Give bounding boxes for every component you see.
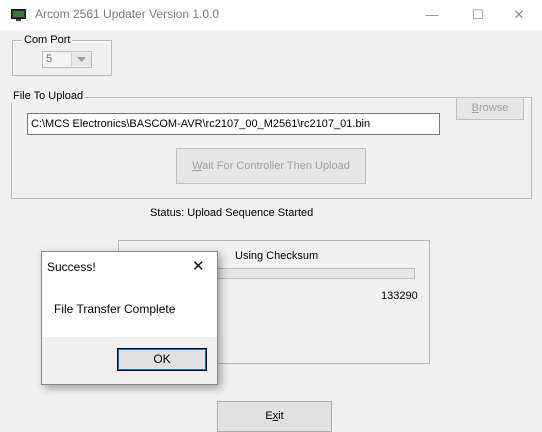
ok-label: OK	[153, 352, 171, 366]
wait-upload-button[interactable]: Wait For Controller Then Upload	[176, 148, 366, 184]
exit-label-prefix: E	[265, 410, 273, 422]
file-path-field[interactable]: C:\MCS Electronics\BASCOM-AVR\rc2107_00_…	[27, 113, 440, 135]
title-bar: Arcom 2561 Updater Version 1.0.0 — ☐ ✕	[0, 0, 542, 30]
browse-button[interactable]: Browse	[456, 97, 524, 120]
window-title: Arcom 2561 Updater Version 1.0.0	[35, 7, 220, 21]
com-port-dropdown-button[interactable]	[71, 53, 91, 66]
com-port-value: 5	[46, 53, 53, 65]
minimize-button[interactable]: —	[409, 0, 455, 30]
file-path-text: C:\MCS Electronics\BASCOM-AVR\rc2107_00_…	[31, 118, 371, 130]
exit-button[interactable]: Exit	[217, 401, 332, 432]
transfer-count: 133290	[381, 290, 418, 302]
exit-label-suffix: it	[278, 410, 284, 422]
com-port-select[interactable]: 5	[42, 51, 92, 68]
progress-bar	[215, 268, 415, 279]
close-button[interactable]: ✕	[496, 0, 542, 30]
dialog-close-icon[interactable]: ✕	[192, 257, 205, 275]
browse-mnemonic: B	[471, 102, 479, 114]
checksum-label: Using Checksum	[235, 250, 319, 262]
success-dialog: Success! ✕ File Transfer Complete OK	[41, 251, 218, 385]
dialog-footer: OK	[42, 337, 217, 384]
wait-upload-label: ait For Controller Then Upload	[202, 160, 350, 172]
ok-button[interactable]: OK	[117, 348, 207, 371]
monitor-icon	[11, 9, 26, 21]
maximize-button[interactable]: ☐	[455, 0, 501, 30]
browse-label: rowse	[479, 102, 509, 114]
chevron-down-icon	[77, 57, 86, 62]
dialog-message: File Transfer Complete	[54, 302, 176, 316]
file-upload-legend: File To Upload	[11, 90, 86, 102]
wait-upload-mnemonic: W	[192, 160, 203, 172]
dialog-title: Success!	[47, 260, 96, 274]
status-text: Status: Upload Sequence Started	[150, 207, 314, 219]
com-port-legend: Com Port	[22, 34, 73, 46]
